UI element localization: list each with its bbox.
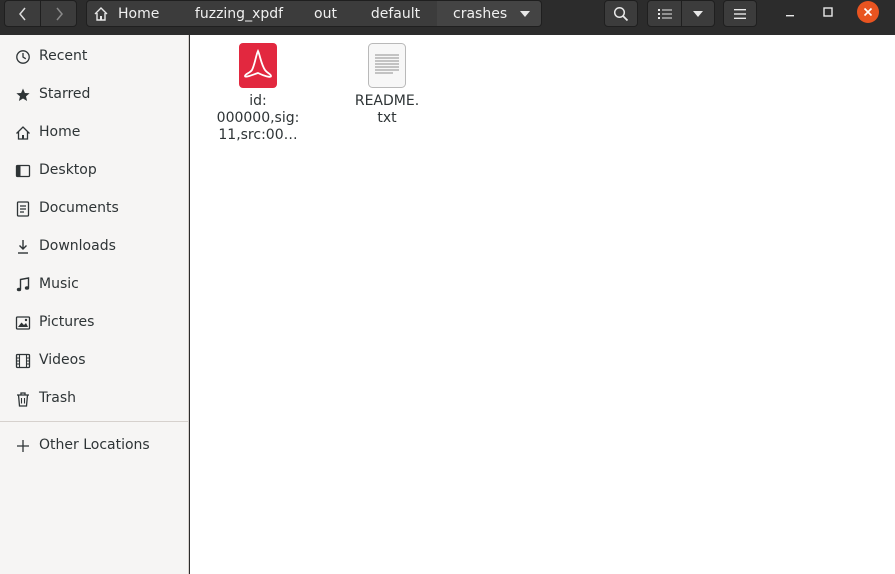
music-icon	[16, 277, 30, 292]
breadcrumb-label: default	[370, 5, 421, 22]
sidebar: Recent Starred Home Desktop Documents Do…	[0, 35, 189, 574]
file-name: README. txt	[339, 93, 435, 127]
sidebar-separator	[0, 421, 189, 422]
file-name-line: 11,src:00…	[218, 127, 298, 143]
chevron-right-icon	[55, 7, 63, 20]
dropdown-arrow-icon	[520, 10, 531, 17]
documents-icon	[16, 201, 30, 217]
sidebar-item-label: Videos	[39, 352, 86, 368]
sidebar-item-recent[interactable]: Recent	[0, 38, 189, 76]
sidebar-item-home[interactable]: Home	[0, 114, 189, 152]
maximize-button[interactable]	[817, 1, 839, 23]
list-view-icon	[657, 8, 672, 19]
pictures-icon	[15, 316, 31, 330]
pdf-file-icon	[239, 43, 277, 88]
sidebar-item-other-locations[interactable]: Other Locations	[0, 427, 189, 465]
breadcrumb-crashes[interactable]: crashes	[437, 0, 542, 27]
hamburger-icon	[734, 8, 746, 19]
sidebar-item-label: Other Locations	[39, 437, 150, 453]
sidebar-item-label: Trash	[39, 390, 76, 406]
file-item-pdf[interactable]: id: 000000,sig: 11,src:00…	[210, 42, 306, 144]
file-name-line: txt	[377, 110, 397, 126]
sidebar-item-label: Music	[39, 276, 79, 292]
text-file-icon	[368, 43, 406, 88]
file-item-readme[interactable]: README. txt	[339, 42, 435, 127]
dropdown-arrow-icon	[693, 10, 703, 17]
sidebar-item-label: Documents	[39, 200, 119, 216]
breadcrumb-fuzzing-xpdf[interactable]: fuzzing_xpdf	[181, 0, 298, 27]
videos-icon	[15, 353, 31, 369]
header-bar: Home fuzzing_xpdf out default crashes	[0, 0, 895, 35]
sidebar-item-label: Starred	[39, 86, 91, 102]
sidebar-item-label: Home	[39, 124, 81, 140]
home-icon	[94, 6, 108, 21]
close-icon	[863, 7, 873, 17]
sidebar-item-label: Pictures	[39, 314, 95, 330]
close-button[interactable]	[857, 1, 879, 23]
breadcrumb-label: fuzzing_xpdf	[194, 5, 284, 22]
plus-icon	[17, 440, 29, 452]
minimize-icon	[786, 15, 794, 17]
sidebar-item-desktop[interactable]: Desktop	[0, 152, 189, 190]
sidebar-item-pictures[interactable]: Pictures	[0, 304, 189, 342]
file-manager-window: Home fuzzing_xpdf out default crashes Re…	[0, 0, 895, 574]
clock-icon	[16, 50, 30, 64]
search-icon	[613, 6, 629, 21]
file-name: id: 000000,sig: 11,src:00…	[210, 93, 306, 144]
sidebar-item-starred[interactable]: Starred	[0, 76, 189, 114]
search-button[interactable]	[604, 0, 638, 27]
breadcrumb-home[interactable]: Home	[86, 0, 182, 27]
sidebar-item-documents[interactable]: Documents	[0, 190, 189, 228]
star-icon	[16, 88, 30, 101]
home-icon	[16, 126, 30, 140]
forward-button[interactable]	[40, 0, 77, 27]
file-name-line: 000000,sig:	[216, 110, 300, 126]
breadcrumb-home-label: Home	[118, 5, 160, 22]
sidebar-item-trash[interactable]: Trash	[0, 380, 189, 418]
main-menu-button[interactable]	[723, 0, 757, 27]
view-options-button[interactable]	[681, 0, 715, 27]
breadcrumb-label: crashes	[453, 5, 508, 22]
breadcrumb-out[interactable]: out	[297, 0, 355, 27]
trash-icon	[17, 392, 29, 407]
desktop-icon	[15, 164, 31, 178]
minimize-button[interactable]	[779, 1, 801, 23]
chevron-left-icon	[18, 7, 26, 20]
file-name-line: README.	[354, 93, 420, 109]
sidebar-item-label: Desktop	[39, 162, 97, 178]
sidebar-item-label: Recent	[39, 48, 88, 64]
sidebar-item-downloads[interactable]: Downloads	[0, 228, 189, 266]
sidebar-item-label: Downloads	[39, 238, 116, 254]
breadcrumb-label: out	[314, 5, 337, 22]
back-button[interactable]	[4, 0, 41, 27]
breadcrumb-default[interactable]: default	[354, 0, 438, 27]
downloads-icon	[18, 240, 28, 254]
list-view-button[interactable]	[647, 0, 682, 27]
sidebar-item-music[interactable]: Music	[0, 266, 189, 304]
file-name-line: id:	[249, 93, 267, 109]
file-view: id: 000000,sig: 11,src:00… README. txt	[190, 35, 895, 574]
maximize-icon	[823, 7, 833, 17]
sidebar-item-videos[interactable]: Videos	[0, 342, 189, 380]
